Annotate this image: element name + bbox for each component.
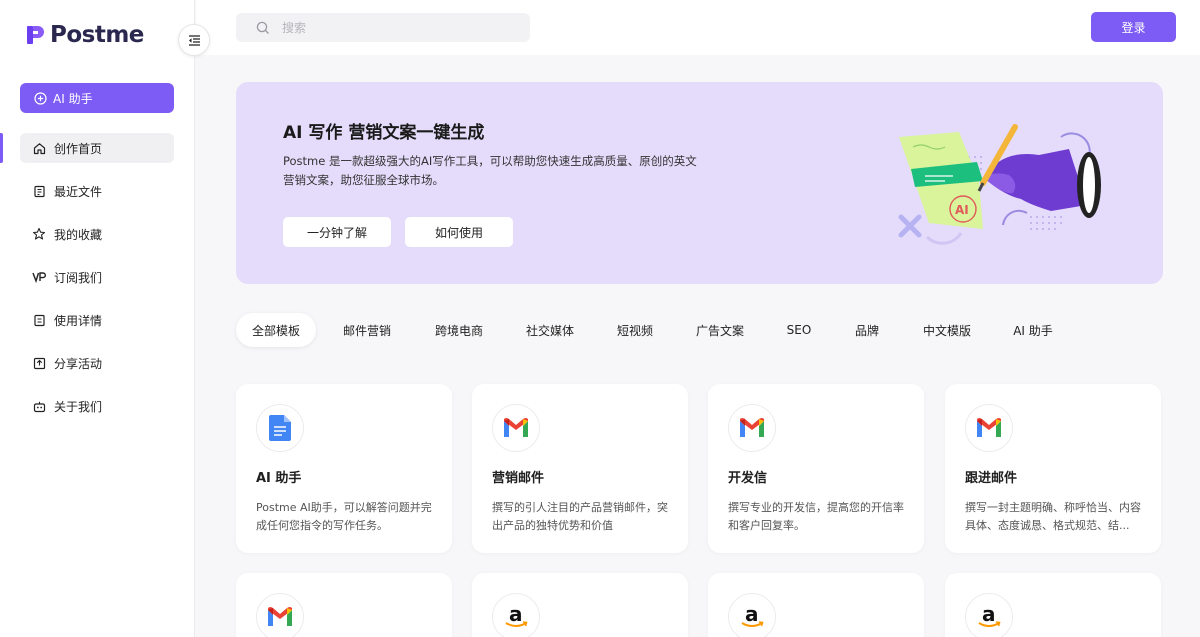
robot-icon (32, 399, 46, 413)
ai-stamp-text: AI (955, 203, 969, 217)
vip-icon (32, 270, 46, 284)
star-icon (32, 227, 46, 241)
card-title: 开发信 (728, 467, 767, 486)
hero-banner: AI 写作 营销文案一键生成 Postme 是一款超级强大的AI写作工具，可以帮… (236, 82, 1163, 284)
template-card-cold-email[interactable]: 开发信 撰写专业的开发信，提高您的开信率和客户回复率。 (708, 384, 924, 553)
ai-assistant-button[interactable]: AI 助手 (20, 83, 174, 113)
sidebar-item-home[interactable]: 创作首页 (20, 133, 174, 163)
tab-short-video[interactable]: 短视频 (600, 313, 670, 347)
search-icon (256, 21, 270, 35)
tab-ad-copy[interactable]: 广告文案 (670, 313, 770, 347)
template-card[interactable] (236, 573, 452, 637)
template-card-follow-up-email[interactable]: 跟进邮件 撰写一封主题明确、称呼恰当、内容具体、态度诚恳、格式规范、结... (945, 384, 1161, 553)
sidebar-item-label: 订阅我们 (54, 269, 102, 286)
plus-circle-icon (34, 92, 47, 105)
login-button[interactable]: 登录 (1091, 12, 1176, 42)
sidebar-item-label: 分享活动 (54, 355, 102, 372)
svg-text:a: a (982, 604, 996, 626)
search-box[interactable] (236, 13, 530, 42)
sidebar-item-about[interactable]: 关于我们 (20, 391, 174, 421)
card-description: 撰写专业的开发信，提高您的开信率和客户回复率。 (728, 499, 906, 535)
template-card[interactable]: a (708, 573, 924, 637)
home-icon (32, 141, 46, 155)
sidebar-item-label: 创作首页 (54, 140, 102, 157)
hero-title: AI 写作 营销文案一键生成 (283, 118, 484, 143)
how-to-use-button[interactable]: 如何使用 (405, 217, 513, 247)
tab-all-templates[interactable]: 全部模板 (236, 313, 316, 347)
template-card-ai-assistant[interactable]: AI 助手 Postme AI助手，可以解答问题并完成任何您指令的写作任务。 (236, 384, 452, 553)
tab-social-media[interactable]: 社交媒体 (500, 313, 600, 347)
tab-brand[interactable]: 品牌 (828, 313, 906, 347)
amazon-icon: a (965, 593, 1013, 637)
card-title: 营销邮件 (492, 467, 544, 486)
sidebar-item-usage[interactable]: 使用详情 (20, 305, 174, 335)
share-icon (32, 356, 46, 370)
sidebar-item-favorites[interactable]: 我的收藏 (20, 219, 174, 249)
tab-chinese-templates[interactable]: 中文模版 (906, 313, 988, 347)
sidebar-item-label: 使用详情 (54, 312, 102, 329)
sidebar-nav: 创作首页 最近文件 我的收藏 订阅我们 使用详情 (20, 133, 174, 434)
logo-text: Postme (50, 22, 144, 48)
ai-assistant-label: AI 助手 (53, 90, 93, 107)
logo[interactable]: Postme (26, 22, 144, 48)
template-card[interactable]: a (472, 573, 688, 637)
sidebar: Postme AI 助手 创作首页 最近文件 我的收藏 (0, 0, 195, 637)
nav-active-indicator (0, 133, 3, 163)
gmail-icon (256, 593, 304, 637)
card-description: 撰写一封主题明确、称呼恰当、内容具体、态度诚恳、格式规范、结... (965, 499, 1143, 535)
amazon-icon: a (728, 593, 776, 637)
gmail-icon (728, 404, 776, 452)
sidebar-item-recent[interactable]: 最近文件 (20, 176, 174, 206)
card-description: Postme AI助手，可以解答问题并完成任何您指令的写作任务。 (256, 499, 434, 535)
google-docs-icon (256, 404, 304, 452)
top-header: 登录 (196, 0, 1200, 55)
sidebar-item-label: 我的收藏 (54, 226, 102, 243)
tab-email-marketing[interactable]: 邮件营销 (316, 313, 418, 347)
card-description: 撰写的引人注目的产品营销邮件，突出产品的独特优势和价值 (492, 499, 670, 535)
search-input[interactable] (282, 21, 522, 35)
file-icon (32, 184, 46, 198)
sidebar-item-label: 最近文件 (54, 183, 102, 200)
template-card[interactable]: a (945, 573, 1161, 637)
document-icon (32, 313, 46, 327)
category-tabs: 全部模板 邮件营销 跨境电商 社交媒体 短视频 广告文案 SEO 品牌 中文模版… (236, 313, 1078, 347)
svg-text:a: a (745, 604, 759, 626)
sidebar-item-subscribe[interactable]: 订阅我们 (20, 262, 174, 292)
hero-description: Postme 是一款超级强大的AI写作工具，可以帮助您快速生成高质量、原创的英文… (283, 152, 703, 190)
ai-writing-illustration: AI (891, 117, 1121, 257)
collapse-menu-icon (188, 35, 201, 46)
tab-seo[interactable]: SEO (770, 313, 828, 347)
gmail-icon (492, 404, 540, 452)
gmail-icon (965, 404, 1013, 452)
tab-cross-border-ecommerce[interactable]: 跨境电商 (418, 313, 500, 347)
sidebar-item-share[interactable]: 分享活动 (20, 348, 174, 378)
amazon-icon: a (492, 593, 540, 637)
sidebar-item-label: 关于我们 (54, 398, 102, 415)
postme-logo-icon (26, 24, 46, 46)
tab-ai-assistant[interactable]: AI 助手 (988, 313, 1078, 347)
template-card-marketing-email[interactable]: 营销邮件 撰写的引人注目的产品营销邮件，突出产品的独特优势和价值 (472, 384, 688, 553)
card-title: AI 助手 (256, 467, 301, 486)
card-title: 跟进邮件 (965, 467, 1017, 486)
learn-one-minute-button[interactable]: 一分钟了解 (283, 217, 391, 247)
sidebar-collapse-button[interactable] (178, 24, 210, 56)
svg-text:a: a (509, 604, 523, 626)
